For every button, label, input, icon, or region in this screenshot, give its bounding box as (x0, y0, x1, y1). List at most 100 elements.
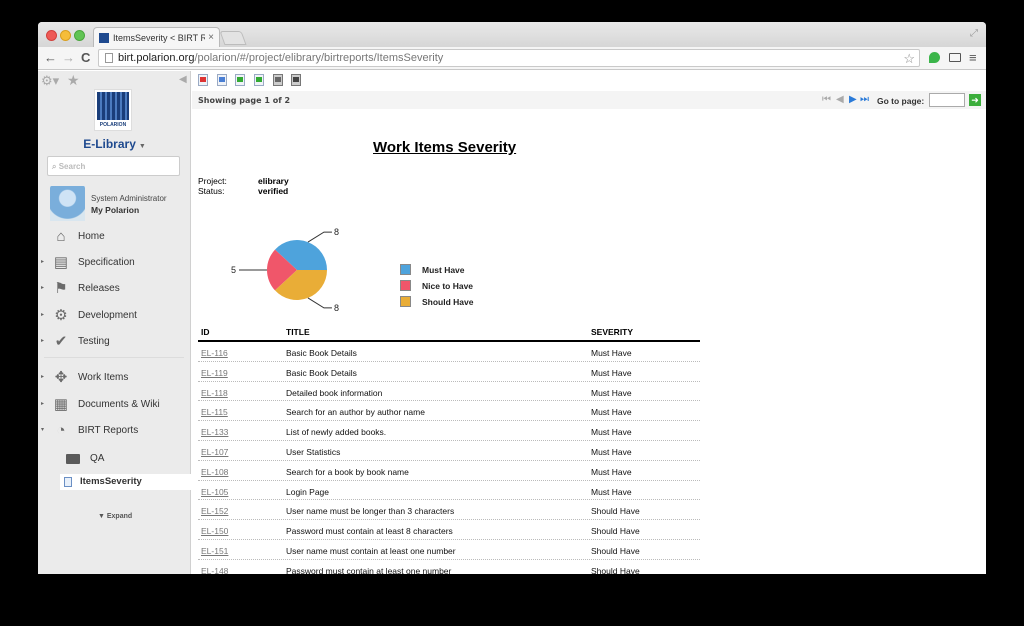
table-row: EL-152 User name must be longer than 3 ch… (198, 500, 700, 521)
sidebar-item-home[interactable]: ⌂ Home (38, 227, 191, 247)
sidebar-item-specification[interactable]: ▸ ▤ Specification (38, 253, 191, 273)
gears-icon: ⚙ (54, 307, 68, 324)
export-data-button[interactable] (235, 74, 245, 86)
table-row: EL-118 Detailed book information Must Have (198, 382, 700, 402)
fullscreen-icon[interactable]: ⤢ (970, 28, 978, 39)
maximize-window-button[interactable] (74, 30, 85, 41)
work-item-id-link[interactable]: EL-148 (201, 566, 228, 574)
work-item-severity: Should Have (591, 565, 640, 574)
work-item-title: Basic Book Details (286, 367, 357, 378)
logo-rays-icon (97, 92, 129, 120)
page-icon (105, 53, 113, 63)
sidebar-item-label: Testing (78, 336, 110, 347)
last-page-button[interactable]: ⏭ (860, 94, 869, 105)
project-selector[interactable]: E-Library ▼ (38, 137, 191, 151)
table-row: EL-108 Search for a book by book name Must… (198, 461, 700, 481)
meta-key: Project: (198, 176, 227, 186)
user-panel[interactable]: System Administrator My Polarion (50, 186, 190, 222)
sidebar-subitem-qa[interactable]: QA (38, 451, 191, 467)
meta-key: Status: (198, 186, 225, 196)
work-item-id-link[interactable]: EL-152 (201, 506, 228, 516)
reload-button[interactable]: C (81, 50, 90, 65)
gear-icon[interactable]: ⚙▾ (41, 73, 59, 89)
work-item-id-link[interactable]: EL-108 (201, 467, 228, 477)
export-toc-button[interactable] (198, 74, 208, 86)
work-item-title: Password must contain at least 8 charact… (286, 526, 453, 537)
work-item-id-link[interactable]: EL-115 (201, 407, 228, 417)
meta-value: elibrary (258, 176, 289, 186)
search-icon: ⌕ (52, 162, 59, 171)
goto-page-label: Go to page: (877, 96, 925, 106)
new-tab-button[interactable] (219, 31, 247, 45)
tab-items-severity[interactable]: ItemsSeverity < BIRT Repor × (93, 27, 220, 47)
print-server-icon (293, 77, 299, 82)
forward-button[interactable]: → (62, 50, 75, 65)
home-icon: ⌂ (56, 228, 66, 245)
work-item-id-link[interactable]: EL-118 (201, 388, 228, 398)
print-server-button[interactable] (291, 74, 301, 86)
work-item-severity: Must Have (591, 466, 632, 477)
goto-page-button[interactable]: ➜ (969, 94, 981, 106)
favorites-star-icon[interactable]: ★ (67, 72, 80, 89)
polarion-logo[interactable]: POLARION (94, 89, 132, 131)
sidebar-item-development[interactable]: ▸ ⚙ Development (38, 306, 191, 326)
close-window-button[interactable] (46, 30, 57, 41)
work-item-id-link[interactable]: EL-133 (201, 427, 228, 437)
first-page-button[interactable]: ⏮ (822, 94, 831, 105)
work-item-severity: Must Have (591, 407, 632, 418)
collapse-arrow-icon[interactable]: ▾ (41, 426, 44, 433)
parameters-button[interactable] (217, 74, 227, 86)
sidebar-subitem-itemsseverity[interactable]: ItemsSeverity (60, 474, 191, 490)
work-item-title: Search for an author by author name (286, 407, 425, 418)
sidebar-item-releases[interactable]: ▸ ⚑ Releases (38, 279, 191, 299)
extension-icon[interactable] (929, 52, 940, 63)
search-input[interactable]: ⌕ Search (47, 156, 180, 176)
my-polarion-link[interactable]: My Polarion (91, 205, 139, 215)
work-item-title: User Statistics (286, 446, 341, 457)
meta-project: Project: elibrary (198, 176, 289, 186)
tab-close-icon[interactable]: × (208, 32, 214, 43)
goto-page-input[interactable] (929, 93, 965, 107)
bookmark-star-icon[interactable]: ☆ (903, 51, 915, 67)
expand-arrow-icon[interactable]: ▸ (41, 400, 44, 407)
back-button[interactable]: ← (44, 50, 57, 65)
work-item-id-link[interactable]: EL-105 (201, 487, 228, 497)
sidebar: ⚙▾ ★ ◀ POLARION E-Library ▼ ⌕ Search Syst… (38, 71, 191, 574)
expand-arrow-icon[interactable]: ▸ (41, 337, 44, 344)
cast-icon[interactable] (949, 53, 961, 62)
url-path: /polarion/#/project/elibrary/birtreports… (194, 52, 444, 64)
print-button[interactable] (273, 74, 283, 86)
sidebar-item-documents-wiki[interactable]: ▸ ▦ Documents & Wiki (38, 395, 191, 415)
report-toolbar (192, 71, 986, 89)
work-item-title: Detailed book information (286, 387, 383, 398)
expand-link[interactable]: ▼ Expand (98, 513, 132, 520)
work-item-id-link[interactable]: EL-150 (201, 526, 228, 536)
logo-text: POLARION (99, 122, 127, 128)
menu-icon[interactable]: ≡ (969, 50, 977, 65)
legend-swatch (400, 280, 411, 291)
minimize-window-button[interactable] (60, 30, 71, 41)
export-report-button[interactable] (254, 74, 264, 86)
table-row: EL-119 Basic Book Details Must Have (198, 362, 700, 382)
expand-arrow-icon[interactable]: ▸ (41, 311, 44, 318)
sidebar-item-work-items[interactable]: ▸ ✥ Work Items (38, 368, 191, 388)
sidebar-item-testing[interactable]: ▸ ✔ Testing (38, 332, 191, 352)
work-item-title: List of newly added books. (286, 427, 387, 438)
next-page-button[interactable]: ▶ (849, 94, 857, 105)
expand-arrow-icon[interactable]: ▸ (41, 258, 44, 265)
expand-arrow-icon[interactable]: ▸ (41, 373, 44, 380)
work-item-severity: Must Have (591, 387, 632, 398)
work-item-id-link[interactable]: EL-107 (201, 447, 228, 457)
expand-arrow-icon[interactable]: ▸ (41, 284, 44, 291)
address-bar[interactable]: birt.polarion.org /polarion/#/project/el… (98, 49, 920, 67)
work-item-id-link[interactable]: EL-151 (201, 546, 228, 556)
work-item-id-link[interactable]: EL-119 (201, 368, 228, 378)
collapse-sidebar-icon[interactable]: ◀ (179, 74, 187, 85)
work-item-id-link[interactable]: EL-116 (201, 348, 228, 358)
previous-page-button[interactable]: ◀ (836, 94, 844, 105)
sidebar-item-label: Specification (78, 257, 135, 268)
table-row: EL-105 Login Page Must Have (198, 481, 700, 501)
search-placeholder: Search (58, 162, 86, 171)
sidebar-item-birt-reports[interactable]: ▾ ◔ BIRT Reports (38, 421, 191, 441)
report-title: Work Items Severity (373, 139, 517, 156)
